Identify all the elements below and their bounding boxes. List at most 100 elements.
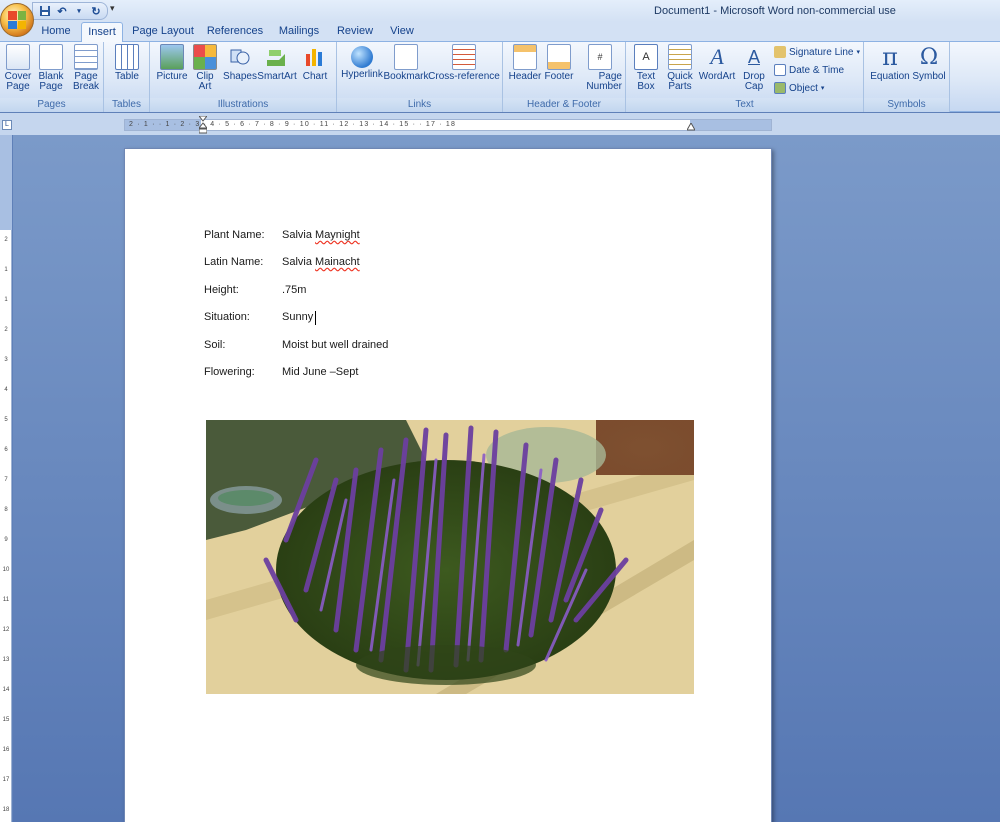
shapes-button[interactable]: Shapes <box>223 44 257 82</box>
drop-cap-button[interactable]: A Drop Cap <box>738 44 770 92</box>
date-time-button[interactable]: Date & Time <box>774 64 844 76</box>
right-indent-marker[interactable] <box>686 121 696 131</box>
symbol-button[interactable]: Ω Symbol <box>912 44 946 82</box>
text-box-icon: A <box>634 44 658 70</box>
customize-toolbar-icon[interactable]: ▾ <box>110 3 115 14</box>
pages-group-label: Pages <box>0 98 103 112</box>
table-icon <box>115 44 139 70</box>
quick-access-toolbar: ↶ ▾ ↻ <box>32 2 108 20</box>
wordart-button[interactable]: A WordArt <box>698 44 736 82</box>
header-footer-group-label: Header & Footer <box>503 98 625 112</box>
soil-value: Moist but well drained <box>282 339 389 351</box>
ribbon: Cover Page Blank Page Page Break Pages T… <box>0 42 1000 112</box>
text-group: A Text Box Quick Parts A WordArt A Drop Cap… <box>626 42 864 112</box>
blank-page-icon <box>39 44 63 70</box>
tab-home[interactable]: Home <box>35 22 77 42</box>
undo-icon[interactable]: ↶ <box>56 5 68 18</box>
tab-selector[interactable]: L <box>2 120 12 130</box>
signature-icon <box>774 46 786 58</box>
footer-button[interactable]: Footer <box>543 44 575 82</box>
omega-icon: Ω <box>919 44 939 70</box>
situation-label: Situation: <box>204 311 250 323</box>
header-button[interactable]: Header <box>508 44 542 82</box>
bookmark-button[interactable]: Bookmark <box>384 44 429 82</box>
cross-reference-button[interactable]: Cross-reference <box>428 44 500 82</box>
text-group-label: Text <box>626 98 863 112</box>
illustrations-group-label: Illustrations <box>150 98 336 112</box>
pi-icon: π <box>882 43 898 71</box>
hyperlink-button[interactable]: Hyperlink <box>341 44 383 80</box>
globe-icon <box>351 46 373 68</box>
horizontal-ruler[interactable]: 2 · 1 · · 1 · 2 · 3 · 4 · 5 · 6 · 7 · 8 … <box>124 119 772 131</box>
text-box-button[interactable]: A Text Box <box>630 44 662 92</box>
table-button[interactable]: Table <box>113 44 141 82</box>
vertical-ruler[interactable]: 2 1 1 2 3 4 5 6 7 8 9 10 11 12 13 14 15 … <box>0 135 12 822</box>
object-icon <box>774 82 786 94</box>
tables-group-label: Tables <box>104 98 149 112</box>
pages-group: Cover Page Blank Page Page Break Pages <box>0 42 104 112</box>
smartart-button[interactable]: SmartArt <box>257 44 297 82</box>
tab-review[interactable]: Review <box>333 22 377 42</box>
spelling-error: Maynight <box>315 229 360 241</box>
bookmark-icon <box>394 44 418 70</box>
plant-photo[interactable] <box>206 420 694 694</box>
header-footer-group: Header Footer # Page Number Header & Foot… <box>503 42 626 112</box>
footer-icon <box>547 44 571 70</box>
plant-name-label: Plant Name: <box>204 229 265 241</box>
chart-icon <box>303 44 327 70</box>
dropdown-arrow-icon[interactable]: ▾ <box>73 5 85 17</box>
indent-marker[interactable] <box>197 115 209 134</box>
height-value: .75m <box>282 284 307 296</box>
page-number-button[interactable]: # Page Number <box>578 44 622 92</box>
calendar-icon <box>774 64 786 76</box>
drop-cap-icon: A <box>747 46 760 67</box>
window-title: Document1 - Microsoft Word non-commercia… <box>654 5 896 17</box>
height-label: Height: <box>204 284 239 296</box>
save-icon[interactable] <box>39 5 51 17</box>
flowering-value: Mid June –Sept <box>282 366 359 378</box>
latin-name-label: Latin Name: <box>204 256 264 268</box>
signature-line-button[interactable]: Signature Line ▾ <box>774 46 860 58</box>
cover-page-icon <box>6 44 30 70</box>
tab-insert[interactable]: Insert <box>81 22 123 43</box>
object-button[interactable]: Object ▾ <box>774 82 824 94</box>
latin-name-value: Salvia Mainacht <box>282 256 360 268</box>
page-break-button[interactable]: Page Break <box>71 44 101 92</box>
dropdown-arrow-icon: ▾ <box>856 49 861 56</box>
redo-icon[interactable]: ↻ <box>90 5 102 18</box>
wordart-icon: A <box>710 44 724 69</box>
tab-references[interactable]: References <box>204 22 266 42</box>
title-bar: Document1 - Microsoft Word non-commercia… <box>0 0 1000 22</box>
clip-art-button[interactable]: Clip Art <box>192 44 218 92</box>
top-margin-shade <box>0 135 12 230</box>
tab-mailings[interactable]: Mailings <box>274 22 324 42</box>
smartart-icon <box>265 44 289 70</box>
links-group-label: Links <box>337 98 502 112</box>
spelling-error: Mainacht <box>315 256 360 268</box>
quick-parts-button[interactable]: Quick Parts <box>665 44 695 92</box>
vertical-ruler-numbers: 2 1 1 2 3 4 5 6 7 8 9 10 11 12 13 14 15 … <box>2 237 10 813</box>
document-page[interactable]: Plant Name: Salvia Maynight Latin Name: … <box>124 148 772 822</box>
tab-page-layout[interactable]: Page Layout <box>130 22 196 42</box>
symbols-group-label: Symbols <box>864 98 949 112</box>
page-break-icon <box>74 44 98 70</box>
cover-page-button[interactable]: Cover Page <box>3 44 33 92</box>
picture-button[interactable]: Picture <box>156 44 188 82</box>
tables-group: Table Tables <box>104 42 150 112</box>
text-cursor <box>315 311 316 325</box>
tab-view[interactable]: View <box>384 22 420 42</box>
shapes-icon <box>228 44 252 70</box>
soil-label: Soil: <box>204 339 226 351</box>
dropdown-arrow-icon: ▾ <box>820 85 825 92</box>
office-button[interactable] <box>0 3 34 37</box>
blank-page-button[interactable]: Blank Page <box>37 44 65 92</box>
chart-button[interactable]: Chart <box>301 44 329 82</box>
clip-art-icon <box>193 44 217 70</box>
header-icon <box>513 44 537 70</box>
links-group: Hyperlink Bookmark Cross-reference Links <box>337 42 503 112</box>
flowering-label: Flowering: <box>204 366 255 378</box>
cross-reference-icon <box>452 44 476 70</box>
page-number-icon: # <box>588 44 612 70</box>
plant-name-value: Salvia Maynight <box>282 229 360 241</box>
equation-button[interactable]: π Equation <box>868 43 912 82</box>
